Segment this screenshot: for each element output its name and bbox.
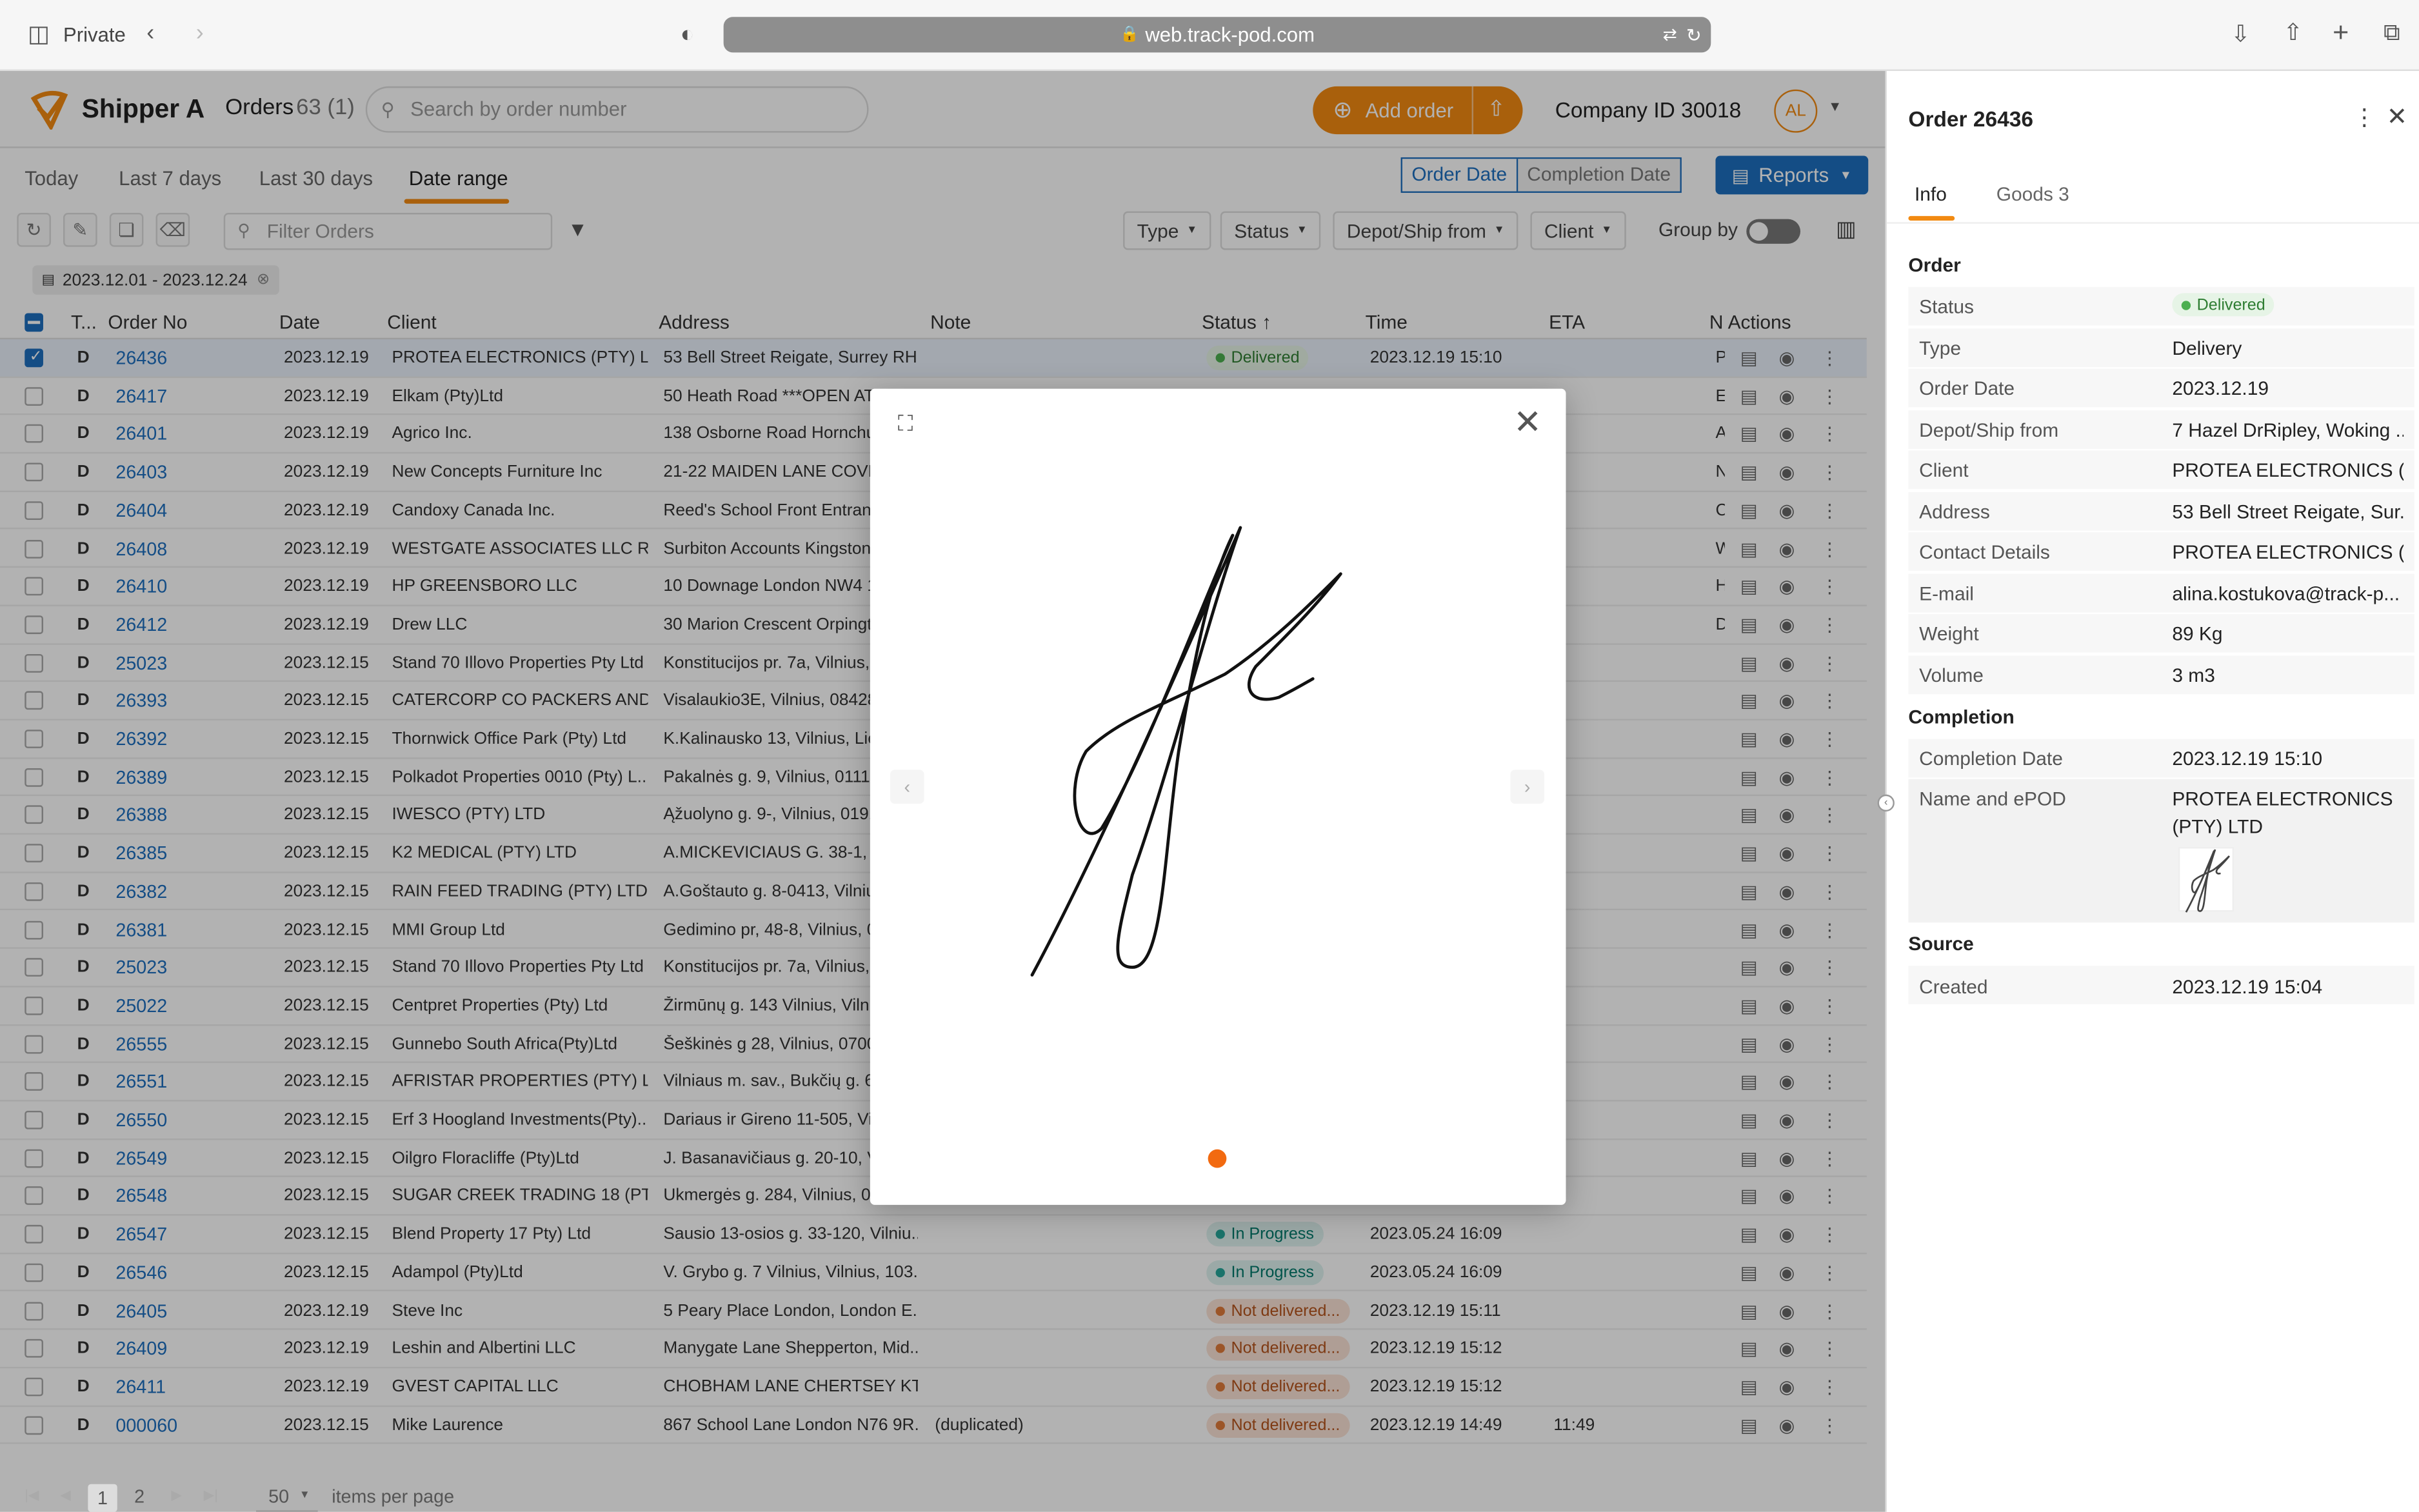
carousel-dot-active[interactable]: [1208, 1149, 1227, 1168]
forward-icon[interactable]: ›: [196, 19, 204, 50]
completion-date-value: 2023.12.19 15:10: [2172, 748, 2323, 770]
per-page-value: 50: [268, 1486, 290, 1507]
order-field-value: PROTEA ELECTRONICS (...: [2172, 459, 2404, 482]
back-icon[interactable]: ‹: [146, 19, 154, 50]
close-modal-icon[interactable]: ✕: [1513, 403, 1542, 441]
epod-value-line2: (PTY) LTD: [2172, 816, 2263, 838]
order-details-panel: Order 26436 ⋮ ✕ Info Goods 3 Order Compl…: [1877, 71, 2419, 1512]
downloads-icon[interactable]: ⇩: [2231, 20, 2250, 51]
kebab-menu-icon[interactable]: ⋮: [2353, 103, 2376, 132]
per-page-select[interactable]: 50 ▼: [256, 1484, 318, 1512]
order-field-label: Volume: [1919, 664, 1984, 686]
status-dot-icon: [2181, 300, 2191, 310]
order-field-label: Depot/Ship from: [1919, 419, 2059, 441]
order-field-value: 89 Kg: [2172, 623, 2223, 645]
translate-icon[interactable]: ⇄: [1663, 25, 1677, 45]
epod-label: Name and ePOD: [1919, 788, 2066, 810]
tab-overview-icon[interactable]: ⧉: [2384, 19, 2400, 50]
per-page-label: items per page: [332, 1486, 455, 1507]
prev-page-icon[interactable]: ◀: [60, 1487, 71, 1504]
order-field-label: E-mail: [1919, 582, 1974, 604]
order-field-label: Client: [1919, 459, 1969, 482]
signature-thumbnail-icon: [2185, 849, 2230, 913]
signature-image: [1030, 526, 1342, 977]
first-page-icon[interactable]: |◀: [25, 1487, 39, 1504]
order-field-row: [1908, 286, 2414, 326]
panel-active-tab-indicator: [1908, 215, 1955, 221]
page-1-button[interactable]: 1: [88, 1484, 117, 1512]
tab-goods[interactable]: Goods 3: [1996, 184, 2069, 205]
address-bar[interactable]: 🔒 web.track-pod.com ⇄ ↻: [723, 17, 1711, 53]
order-field-label: Type: [1919, 337, 1961, 359]
created-value: 2023.12.19 15:04: [2172, 976, 2323, 999]
order-field-label: Order Date: [1919, 377, 2015, 400]
created-label: Created: [1919, 976, 1988, 999]
section-source: Source: [1908, 933, 1974, 955]
browser-toolbar: ◫ Private ‹ › ◐ 🔒 web.track-pod.com ⇄ ↻ …: [0, 0, 2419, 72]
new-tab-icon[interactable]: +: [2333, 17, 2349, 48]
close-panel-icon[interactable]: ✕: [2387, 102, 2407, 133]
last-page-icon[interactable]: ▶|: [204, 1487, 218, 1504]
order-field-value: alina.kostukova@track-p...: [2172, 582, 2400, 604]
pagination: |◀ ◀ 1 2 ▶ ▶| 50 ▼ items per page: [0, 1484, 1886, 1512]
order-field-value: 7 Hazel DrRipley, Woking ...: [2172, 419, 2404, 441]
reload-icon[interactable]: ↻: [1686, 24, 1702, 45]
signature-preview-modal: ⛶ ✕ ‹ ›: [870, 388, 1566, 1205]
privacy-shield-icon[interactable]: ◐: [681, 20, 695, 51]
share-icon[interactable]: ⇧: [2284, 19, 2303, 50]
tab-info[interactable]: Info: [1915, 184, 1947, 205]
panel-status-text: Delivered: [2196, 295, 2265, 314]
page-2-button[interactable]: 2: [134, 1486, 144, 1507]
order-field-value: 2023.12.19: [2172, 377, 2269, 400]
url-text: web.track-pod.com: [1145, 23, 1315, 46]
sidebar-toggle-icon[interactable]: ◫: [28, 20, 50, 51]
order-field-value: PROTEA ELECTRONICS (...: [2172, 541, 2404, 563]
panel-title: Order 26436: [1908, 106, 2034, 132]
chevron-down-icon: ▼: [299, 1490, 310, 1502]
next-page-icon[interactable]: ▶: [171, 1487, 182, 1504]
order-field-label: Weight: [1919, 623, 1979, 645]
order-field-value: Delivery: [2172, 337, 2242, 359]
panel-collapse-handle[interactable]: ‹: [1877, 794, 1895, 811]
previous-image-button[interactable]: ‹: [890, 770, 924, 804]
order-field-value: 3 m3: [2172, 664, 2215, 686]
order-field-value: 53 Bell Street Reigate, Sur...: [2172, 501, 2404, 522]
chevron-left-icon: ‹: [904, 775, 911, 798]
fullscreen-icon[interactable]: ⛶: [898, 410, 913, 437]
epod-signature-thumbnail[interactable]: [2178, 846, 2235, 913]
next-image-button[interactable]: ›: [1510, 770, 1544, 804]
order-field-label: Contact Details: [1919, 541, 2050, 563]
section-completion: Completion: [1908, 706, 2015, 728]
lock-icon: 🔒: [1119, 26, 1139, 43]
epod-value-line1: PROTEA ELECTRONICS: [2172, 788, 2393, 810]
section-order: Order: [1908, 254, 1961, 277]
private-label: Private: [63, 23, 126, 46]
chevron-right-icon: ›: [1524, 775, 1531, 798]
panel-status-badge: Delivered: [2172, 293, 2275, 317]
completion-date-label: Completion Date: [1919, 748, 2063, 770]
order-field-label: Address: [1919, 501, 1990, 522]
order-field-label: Status: [1919, 296, 1974, 318]
